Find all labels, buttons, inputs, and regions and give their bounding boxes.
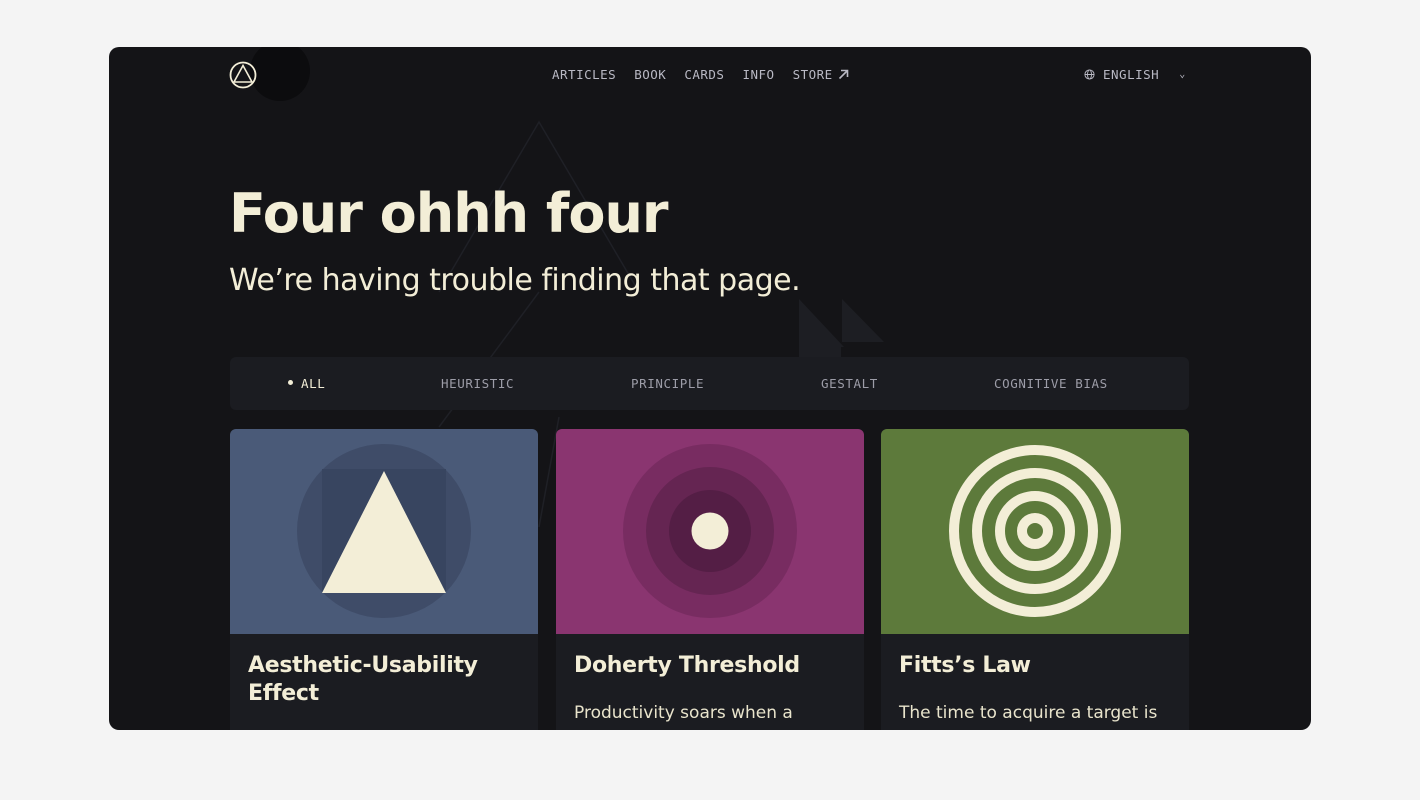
card-fitts-law[interactable]: Fitts’s Law The time to acquire a target…: [881, 429, 1189, 730]
category-filter-bar: ALL HEURISTIC PRINCIPLE GESTALT COGNITIV…: [230, 357, 1189, 410]
nav-articles-label: ARTICLES: [552, 67, 617, 82]
triangle-icon: [297, 444, 471, 618]
nav-cards[interactable]: CARDS: [684, 67, 724, 82]
logo-icon[interactable]: [229, 61, 257, 89]
chevron-down-icon: ⌄: [1179, 69, 1186, 80]
nav-articles[interactable]: ARTICLES: [552, 67, 616, 82]
browser-viewport: ARTICLES BOOK CARDS INFO STORE ENGLISH ⌄…: [109, 47, 1311, 730]
card-description: Productivity soars when a computer and i…: [574, 703, 793, 723]
active-dot-icon: [288, 380, 293, 385]
language-label: ENGLISH: [1103, 67, 1160, 82]
globe-icon: [1084, 69, 1095, 80]
filter-gestalt-label: GESTALT: [821, 376, 878, 391]
page-title: Four ohhh four: [229, 182, 669, 245]
filter-all-label: ALL: [301, 376, 326, 391]
card-title: Fitts’s Law: [899, 653, 1031, 678]
card-title: Doherty Threshold: [574, 653, 800, 678]
nav-info-label: INFO: [742, 67, 775, 82]
card-title: Aesthetic-Usability Effect: [248, 653, 478, 706]
card-illustration: [881, 429, 1189, 634]
filter-principle[interactable]: PRINCIPLE: [631, 376, 704, 391]
language-selector[interactable]: ENGLISH ⌄: [1084, 67, 1186, 82]
nav-book-label: BOOK: [634, 67, 667, 82]
filter-all[interactable]: ALL: [288, 376, 325, 391]
card-illustration: [556, 429, 864, 634]
nav-info[interactable]: INFO: [742, 67, 774, 82]
nav-store[interactable]: STORE: [793, 67, 849, 82]
card-aesthetic-usability-effect[interactable]: Aesthetic-Usability Effect: [230, 429, 538, 730]
target-rings-icon: [949, 445, 1121, 617]
card-doherty-threshold[interactable]: Doherty Threshold Productivity soars whe…: [556, 429, 864, 730]
filter-heuristic-label: HEURISTIC: [441, 376, 515, 391]
filter-gestalt[interactable]: GESTALT: [821, 376, 878, 391]
filter-heuristic[interactable]: HEURISTIC: [441, 376, 514, 391]
main-nav: ARTICLES BOOK CARDS INFO STORE: [552, 67, 849, 82]
nav-cards-label: CARDS: [684, 67, 725, 82]
nav-store-label: STORE: [792, 67, 833, 82]
page-subtitle: We’re having trouble finding that page.: [229, 263, 801, 298]
filter-principle-label: PRINCIPLE: [631, 376, 705, 391]
card-description: The time to acquire a target is a functi…: [899, 703, 1158, 723]
logo-shadow: [250, 47, 310, 101]
filter-cognitive-bias[interactable]: COGNITIVE BIAS: [994, 376, 1108, 391]
nav-book[interactable]: BOOK: [634, 67, 666, 82]
card-illustration: [230, 429, 538, 634]
concentric-circles-icon: [623, 444, 797, 618]
arrow-up-right-icon: [838, 69, 849, 80]
filter-cognitive-bias-label: COGNITIVE BIAS: [994, 376, 1108, 391]
